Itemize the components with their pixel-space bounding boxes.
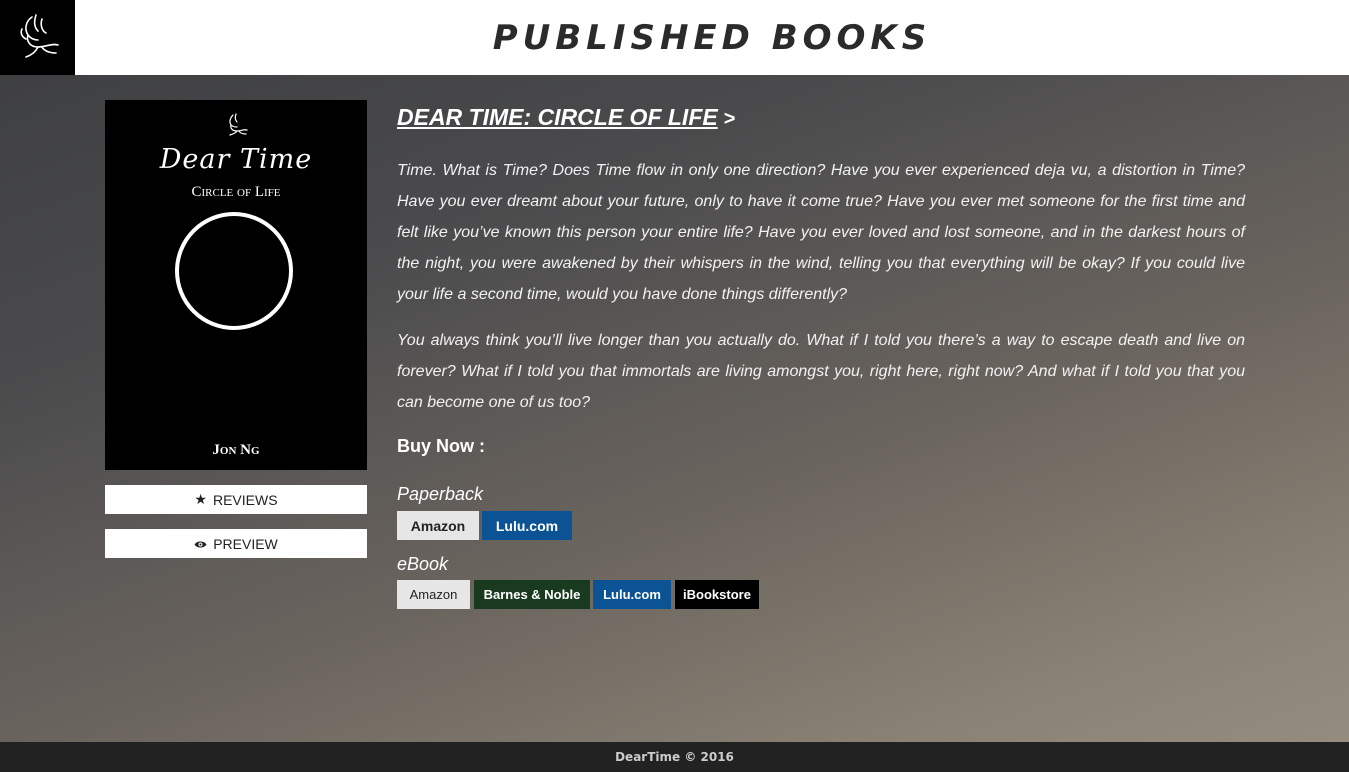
cover-subtitle: Circle of Life	[191, 184, 281, 200]
dove-icon	[223, 112, 249, 140]
cover-author: Jon Ng	[212, 442, 260, 458]
title-arrow: >	[723, 108, 736, 130]
paperback-lulu-button[interactable]: Lulu.com	[482, 511, 572, 540]
dove-icon	[12, 11, 64, 65]
cover-title: Dear Time	[159, 144, 313, 175]
cover-circle	[175, 212, 293, 330]
book-title-link[interactable]: DEAR TIME: CIRCLE OF LIFE	[397, 104, 718, 130]
header: PUBLISHED BOOKS	[0, 0, 1349, 75]
paperback-amazon-button[interactable]: Amazon	[397, 511, 479, 540]
ebook-amazon-button[interactable]: Amazon	[397, 580, 470, 609]
description-paragraph-1: Time. What is Time? Does Time flow in on…	[397, 162, 1245, 303]
preview-label: PREVIEW	[213, 535, 278, 552]
ebook-label: eBook	[397, 554, 449, 574]
book-cover[interactable]: Dear Time Circle of Life Jon Ng	[105, 100, 367, 470]
reviews-label: REVIEWS	[212, 491, 278, 508]
footer-copyright: DearTime © 2016	[615, 750, 734, 764]
page-title: PUBLISHED BOOKS	[492, 17, 932, 58]
buy-now-label: Buy Now :	[397, 436, 485, 456]
footer: DearTime © 2016	[0, 742, 1349, 772]
star-icon: ★	[194, 491, 207, 507]
reviews-button[interactable]: ★ REVIEWS	[105, 485, 367, 514]
ebook-lulu-button[interactable]: Lulu.com	[593, 580, 671, 609]
ebook-barnes-noble-button[interactable]: Barnes & Noble	[474, 580, 590, 609]
book-title: DEAR TIME: CIRCLE OF LIFE >	[397, 104, 735, 131]
paperback-label: Paperback	[397, 484, 484, 504]
ebook-ibookstore-button[interactable]: iBookstore	[675, 580, 759, 609]
logo[interactable]	[0, 0, 75, 75]
eye-icon	[194, 536, 207, 552]
preview-button[interactable]: PREVIEW	[105, 529, 367, 558]
description-paragraph-2: You always think you’ll live longer than…	[397, 332, 1245, 411]
